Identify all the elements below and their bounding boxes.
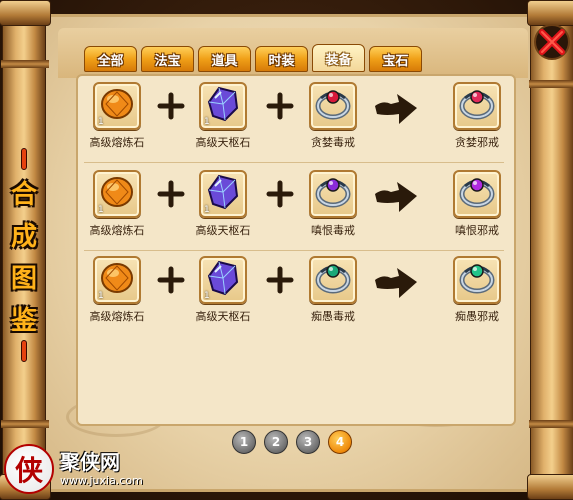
- plus-icon: [266, 266, 294, 294]
- plus-icon: [157, 92, 185, 120]
- ring-icon: [457, 174, 497, 214]
- item-slot[interactable]: 1: [93, 170, 141, 218]
- ingredient-item[interactable]: 1 高级天枢石: [188, 256, 258, 324]
- pagination: 1 2 3 4: [232, 430, 352, 454]
- item-name: 高级熔炼石: [89, 224, 145, 237]
- page-button-1[interactable]: 1: [232, 430, 256, 454]
- plus-icon: [266, 180, 294, 208]
- ingredient-item[interactable]: 1 高级天枢石: [188, 82, 258, 150]
- page-button-4[interactable]: 4: [328, 430, 352, 454]
- plus-icon: [266, 92, 294, 120]
- watermark-logo: 侠 聚侠网 www.juxia.com: [2, 438, 150, 498]
- item-slot[interactable]: 1: [93, 256, 141, 304]
- item-name: 痴愚毒戒: [311, 310, 355, 323]
- item-quantity: 1: [98, 205, 104, 215]
- recipe-row: 1 高级熔炼石 1 高级天枢石 嗔恨毒戒 嗔恨邪戒: [80, 170, 510, 244]
- item-slot[interactable]: [309, 170, 357, 218]
- tab-equipment[interactable]: 装备: [312, 44, 365, 72]
- recipe-row: 1 高级熔炼石 1 高级天枢石 贪婪毒戒 贪婪邪戒: [80, 82, 510, 156]
- watermark-name: 聚侠网: [60, 450, 120, 474]
- item-slot[interactable]: [309, 256, 357, 304]
- ingredient-item[interactable]: 1 高级熔炼石: [82, 256, 152, 324]
- title-ornament: [21, 340, 27, 362]
- item-slot[interactable]: [453, 170, 501, 218]
- ring-icon: [457, 260, 497, 300]
- close-button[interactable]: [532, 22, 572, 62]
- recipe-row: 1 高级熔炼石 1 高级天枢石 痴愚毒戒 痴愚邪戒: [80, 256, 510, 330]
- plus-icon: [157, 266, 185, 294]
- item-name: 高级天枢石: [195, 310, 251, 323]
- scroll-rod-right: [527, 0, 573, 500]
- ring-icon: [313, 86, 353, 126]
- tab-magic-treasure[interactable]: 法宝: [141, 46, 194, 72]
- ingredient-item[interactable]: 嗔恨毒戒: [298, 170, 368, 238]
- plus-icon: [157, 180, 185, 208]
- watermark-url: www.juxia.com: [60, 474, 143, 487]
- item-name: 贪婪邪戒: [455, 136, 499, 149]
- ring-icon: [313, 260, 353, 300]
- item-name: 嗔恨毒戒: [311, 224, 355, 237]
- result-item[interactable]: 贪婪邪戒: [442, 82, 512, 150]
- item-slot[interactable]: 1: [199, 170, 247, 218]
- page-button-3[interactable]: 3: [296, 430, 320, 454]
- row-divider: [84, 250, 504, 251]
- item-slot[interactable]: 1: [199, 256, 247, 304]
- item-slot[interactable]: [309, 82, 357, 130]
- ingredient-item[interactable]: 贪婪毒戒: [298, 82, 368, 150]
- ingredient-item[interactable]: 1 高级熔炼石: [82, 170, 152, 238]
- tab-items[interactable]: 道具: [198, 46, 251, 72]
- close-icon: [534, 24, 570, 60]
- tab-fashion[interactable]: 时装: [255, 46, 308, 72]
- item-slot[interactable]: [453, 256, 501, 304]
- item-quantity: 1: [204, 117, 210, 127]
- item-slot[interactable]: [453, 82, 501, 130]
- ingredient-item[interactable]: 1 高级熔炼石: [82, 82, 152, 150]
- side-title-char: 图: [10, 263, 37, 294]
- arrow-right-icon: [373, 266, 419, 298]
- item-name: 贪婪毒戒: [311, 136, 355, 149]
- arrow-right-icon: [373, 92, 419, 124]
- item-name: 高级熔炼石: [89, 310, 145, 323]
- arrow-right-icon: [373, 180, 419, 212]
- title-ornament: [21, 148, 27, 170]
- item-name: 高级天枢石: [195, 136, 251, 149]
- item-quantity: 1: [98, 291, 104, 301]
- item-name: 嗔恨邪戒: [455, 224, 499, 237]
- watermark-badge: 侠: [4, 444, 54, 494]
- ingredient-item[interactable]: 痴愚毒戒: [298, 256, 368, 324]
- item-quantity: 1: [98, 117, 104, 127]
- side-title-char: 成: [10, 221, 37, 252]
- item-quantity: 1: [204, 205, 210, 215]
- item-quantity: 1: [204, 291, 210, 301]
- item-name: 高级熔炼石: [89, 136, 145, 149]
- row-divider: [84, 162, 504, 163]
- result-item[interactable]: 痴愚邪戒: [442, 256, 512, 324]
- item-slot[interactable]: 1: [199, 82, 247, 130]
- tab-all[interactable]: 全部: [84, 46, 137, 72]
- category-tabs: 全部 法宝 道具 时装 装备 宝石: [84, 44, 422, 72]
- result-item[interactable]: 嗔恨邪戒: [442, 170, 512, 238]
- item-name: 痴愚邪戒: [455, 310, 499, 323]
- side-title: 合 成 图 鉴: [4, 148, 44, 362]
- ring-icon: [457, 86, 497, 126]
- side-title-char: 合: [10, 179, 37, 210]
- item-slot[interactable]: 1: [93, 82, 141, 130]
- item-name: 高级天枢石: [195, 224, 251, 237]
- side-title-char: 鉴: [10, 305, 37, 336]
- page-button-2[interactable]: 2: [264, 430, 288, 454]
- ingredient-item[interactable]: 1 高级天枢石: [188, 170, 258, 238]
- ring-icon: [313, 174, 353, 214]
- tab-gems[interactable]: 宝石: [369, 46, 422, 72]
